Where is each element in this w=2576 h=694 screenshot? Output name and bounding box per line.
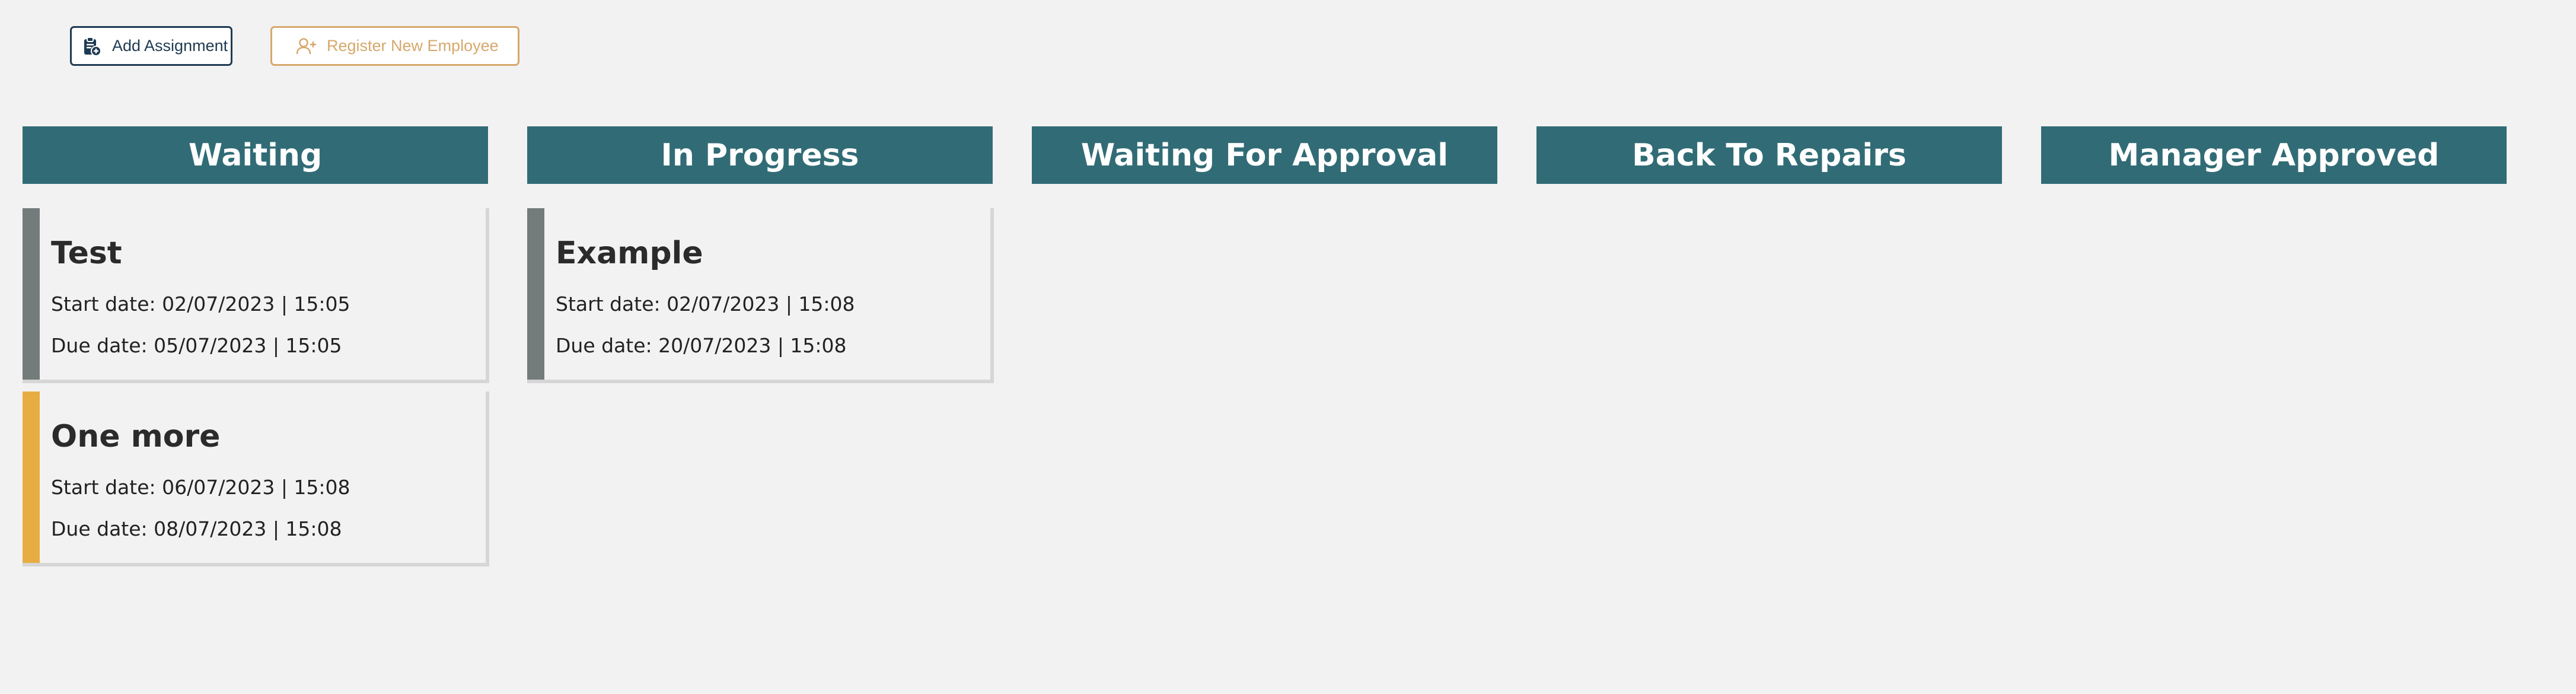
due-date: Due date: 20/07/2023 | 15:08 (556, 334, 847, 357)
due-date: Due date: 08/07/2023 | 15:08 (51, 517, 342, 540)
task-title: One more (51, 419, 221, 454)
task-card[interactable]: Example Start date: 02/07/2023 | 15:08 D… (527, 208, 994, 383)
start-date: Start date: 06/07/2023 | 15:08 (51, 476, 350, 499)
column-header: Back To Repairs (1536, 126, 2002, 184)
due-date: Due date: 05/07/2023 | 15:05 (51, 334, 342, 357)
start-date: Start date: 02/07/2023 | 15:08 (556, 292, 855, 316)
register-new-employee-button[interactable]: Register New Employee (270, 26, 519, 66)
task-card[interactable]: One more Start date: 06/07/2023 | 15:08 … (23, 391, 489, 566)
clipboard-plus-icon (81, 36, 103, 57)
priority-stripe (23, 208, 40, 380)
add-assignment-button[interactable]: Add Assignment (70, 26, 232, 66)
column-waiting-for-approval: Waiting For Approval (1032, 126, 1497, 575)
priority-stripe (527, 208, 544, 380)
task-title: Example (556, 235, 703, 271)
toolbar: Add Assignment Register New Employee (70, 26, 519, 66)
add-assignment-label: Add Assignment (112, 37, 228, 55)
column-header: In Progress (527, 126, 993, 184)
start-date: Start date: 02/07/2023 | 15:05 (51, 292, 350, 316)
user-plus-icon (296, 36, 317, 57)
column-header: Manager Approved (2041, 126, 2507, 184)
column-in-progress: In Progress Example Start date: 02/07/20… (527, 126, 994, 575)
task-title: Test (51, 235, 122, 271)
column-header: Waiting For Approval (1032, 126, 1497, 184)
column-manager-approved: Manager Approved (2041, 126, 2507, 575)
priority-stripe (23, 391, 40, 563)
column-waiting: Waiting Test Start date: 02/07/2023 | 15… (23, 126, 489, 575)
column-back-to-repairs: Back To Repairs (1536, 126, 2002, 575)
task-card[interactable]: Test Start date: 02/07/2023 | 15:05 Due … (23, 208, 489, 383)
kanban-board: Waiting Test Start date: 02/07/2023 | 15… (23, 126, 2507, 575)
column-header: Waiting (23, 126, 488, 184)
register-new-employee-label: Register New Employee (327, 37, 499, 55)
